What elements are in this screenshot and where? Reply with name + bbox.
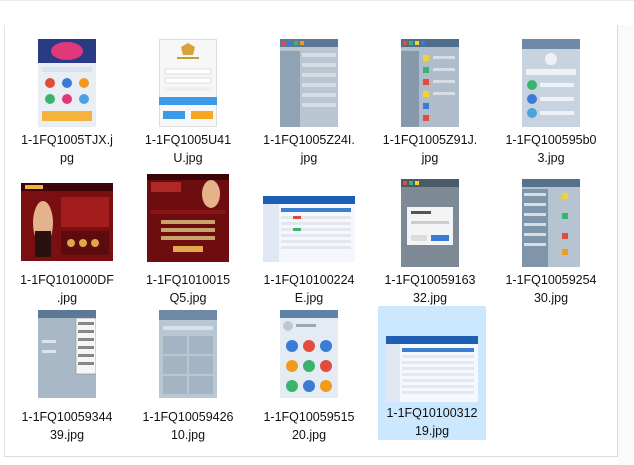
file-name: 1-1FQ1005Z24I. jpg [263, 133, 355, 165]
file-item[interactable]: 1-1FQ1005TJX.j pg [13, 29, 121, 165]
image-thumbnail [21, 183, 113, 261]
file-name: 1-1FQ1010015 Q5.jpg [145, 273, 231, 305]
image-thumbnail [263, 196, 355, 262]
image-thumbnail [38, 39, 96, 127]
file-item[interactable]: 1-1FQ101000DF .jpg [13, 169, 121, 305]
file-item[interactable]: 1-1FQ100595b0 3.jpg [497, 29, 605, 165]
pane-bottom-border [4, 456, 618, 457]
file-name: 1-1FQ1005Z91J. jpg [382, 133, 478, 165]
file-name: 1-1FQ1005U41 U.jpg [144, 133, 232, 165]
image-thumbnail [401, 39, 459, 127]
file-name: 1-1FQ10059515 20.jpg [263, 410, 355, 442]
file-item-selected[interactable]: 1-1FQ10100312 19.jpg [378, 306, 486, 440]
file-name: 1-1FQ1005TJX.j pg [21, 133, 113, 165]
file-item[interactable]: 1-1FQ10100224 E.jpg [255, 169, 363, 305]
file-item[interactable]: 1-1FQ1005U41 U.jpg [134, 29, 242, 165]
window-top-edge [0, 0, 634, 1]
file-item[interactable]: 1-1FQ10059344 39.jpg [13, 306, 121, 442]
image-thumbnail [522, 179, 580, 267]
file-item[interactable]: 1-1FQ10059254 30.jpg [497, 169, 605, 305]
file-item[interactable]: 1-1FQ10059426 10.jpg [134, 306, 242, 442]
image-thumbnail [159, 39, 217, 127]
image-thumbnail [401, 179, 459, 267]
image-thumbnail [38, 310, 96, 398]
file-name: 1-1FQ100595b0 3.jpg [505, 133, 597, 165]
file-item[interactable]: 1-1FQ10059163 32.jpg [376, 169, 484, 305]
file-item[interactable]: 1-1FQ1005Z24I. jpg [255, 29, 363, 165]
image-thumbnail [386, 336, 478, 402]
image-thumbnail [522, 39, 580, 127]
file-name: 1-1FQ10059254 30.jpg [505, 273, 597, 305]
pane-left-border [4, 25, 5, 457]
image-thumbnail [280, 39, 338, 127]
image-thumbnail [147, 174, 229, 262]
file-name: 1-1FQ10059426 10.jpg [142, 410, 234, 442]
file-name: 1-1FQ10100224 E.jpg [263, 273, 355, 305]
file-name: 1-1FQ10100312 19.jpg [386, 406, 478, 438]
file-item[interactable]: 1-1FQ10059515 20.jpg [255, 306, 363, 442]
file-name: 1-1FQ10059344 39.jpg [21, 410, 113, 442]
file-name: 1-1FQ101000DF .jpg [20, 273, 114, 305]
file-item[interactable]: 1-1FQ1005Z91J. jpg [376, 29, 484, 165]
image-thumbnail [159, 310, 217, 398]
scrollbar-track[interactable] [618, 25, 634, 465]
file-name: 1-1FQ10059163 32.jpg [384, 273, 476, 305]
image-thumbnail [280, 310, 338, 398]
file-item[interactable]: 1-1FQ1010015 Q5.jpg [134, 169, 242, 305]
